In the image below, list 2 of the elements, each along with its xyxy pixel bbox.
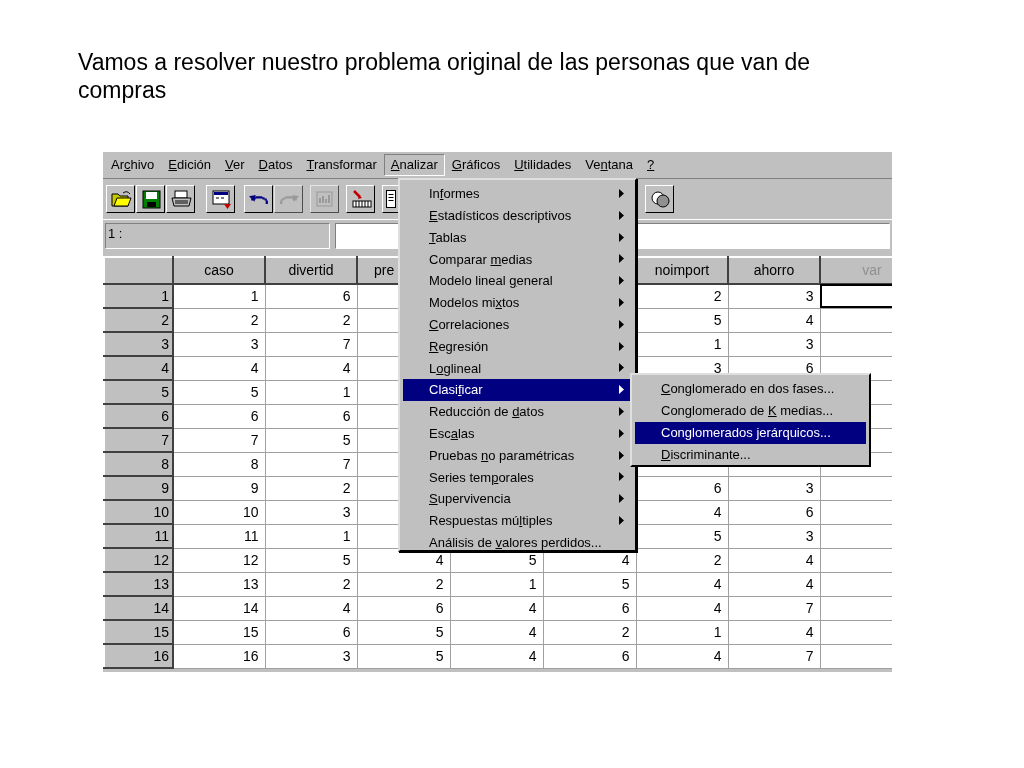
- slide-caption: Vamos a resolver nuestro problema original de las personas que van de compras: [78, 48, 812, 104]
- cell-reference: 1 :: [105, 223, 330, 249]
